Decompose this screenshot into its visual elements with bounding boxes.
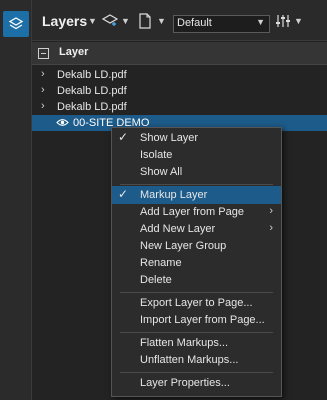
- tree-item[interactable]: › Dekalb LD.pdf: [32, 67, 327, 83]
- tree-item[interactable]: › Dekalb LD.pdf: [32, 83, 327, 99]
- panel-title[interactable]: Layers: [42, 13, 87, 29]
- layer-state-value: Default: [177, 17, 212, 29]
- column-label-layer: Layer: [59, 46, 89, 58]
- chevron-right-icon[interactable]: ›: [41, 68, 45, 80]
- menu-item-delete[interactable]: Delete: [112, 271, 281, 289]
- eye-icon[interactable]: [56, 118, 69, 127]
- menu-item-unflatten-markups[interactable]: Unflatten Markups...: [112, 351, 281, 369]
- menu-item-export-layer-to-page[interactable]: Export Layer to Page...: [112, 294, 281, 312]
- menu-item-flatten-markups[interactable]: Flatten Markups...: [112, 334, 281, 352]
- menu-item-add-new-layer[interactable]: Add New Layer ›: [112, 220, 281, 238]
- menu-item-isolate[interactable]: Isolate: [112, 146, 281, 164]
- chevron-down-icon[interactable]: ▼: [121, 16, 130, 26]
- left-rail: [0, 0, 32, 400]
- menu-item-show-all[interactable]: Show All: [112, 163, 281, 181]
- menu-item-layer-properties[interactable]: Layer Properties...: [112, 374, 281, 392]
- menu-separator: [120, 372, 273, 373]
- layers-icon: [8, 17, 24, 30]
- chevron-right-icon[interactable]: ›: [41, 100, 45, 112]
- chevron-right-icon[interactable]: ›: [41, 84, 45, 96]
- checkmark-icon: ✓: [118, 130, 129, 144]
- menu-item-import-layer-from-page[interactable]: Import Layer from Page...: [112, 311, 281, 329]
- page-icon[interactable]: [138, 13, 152, 29]
- menu-separator: [120, 292, 273, 293]
- submenu-arrow-icon: ›: [269, 205, 273, 217]
- menu-item-rename[interactable]: Rename: [112, 254, 281, 272]
- collapse-all-icon[interactable]: [38, 48, 49, 59]
- panel-toolbar: Layers ▼ ▼ ▼ Default ▼ ▼: [32, 0, 327, 41]
- menu-item-add-layer-from-page[interactable]: Add Layer from Page ›: [112, 203, 281, 221]
- menu-item-new-layer-group[interactable]: New Layer Group: [112, 237, 281, 255]
- settings-sliders-icon[interactable]: [275, 14, 291, 28]
- column-header: Layer: [32, 42, 327, 65]
- tree-item[interactable]: › Dekalb LD.pdf: [32, 99, 327, 115]
- menu-separator: [120, 332, 273, 333]
- checkmark-icon: ✓: [118, 187, 129, 201]
- chevron-down-icon[interactable]: ▼: [157, 16, 166, 26]
- layers-panel-button[interactable]: [3, 11, 29, 37]
- menu-item-show-layer[interactable]: ✓ Show Layer: [112, 129, 281, 147]
- new-layer-icon[interactable]: [102, 14, 118, 28]
- chevron-down-icon[interactable]: ▼: [88, 16, 97, 26]
- chevron-down-icon[interactable]: ▼: [294, 16, 303, 26]
- tree-item-label: Dekalb LD.pdf: [57, 69, 127, 81]
- menu-separator: [120, 184, 273, 185]
- context-menu: ✓ Show Layer Isolate Show All ✓ Markup L…: [111, 127, 282, 397]
- tree-item-label: Dekalb LD.pdf: [57, 85, 127, 97]
- tree-item-label: Dekalb LD.pdf: [57, 101, 127, 113]
- layer-state-select[interactable]: Default ▼: [173, 15, 270, 33]
- chevron-down-icon: ▼: [256, 17, 265, 27]
- submenu-arrow-icon: ›: [269, 222, 273, 234]
- menu-item-markup-layer[interactable]: ✓ Markup Layer: [112, 186, 281, 204]
